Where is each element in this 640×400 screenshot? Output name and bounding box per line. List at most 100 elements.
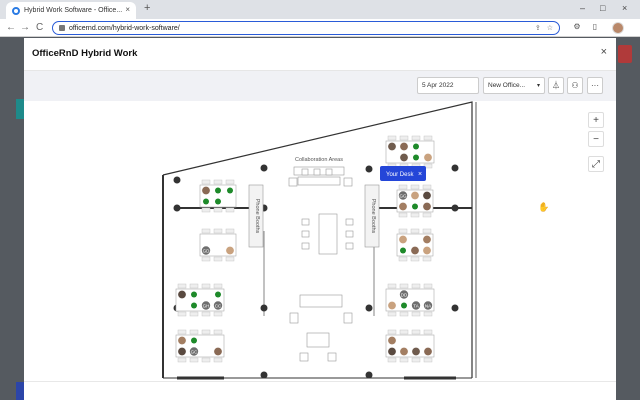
modal-close-button[interactable]: ×: [601, 46, 607, 58]
available-desk-marker[interactable]: [191, 291, 197, 298]
desk-chair: [422, 212, 432, 218]
forward-button[interactable]: →: [20, 22, 30, 33]
url-text: officernd.com/hybrid-work-software/: [69, 24, 180, 32]
user-avatar[interactable]: [399, 152, 409, 162]
back-button[interactable]: ←: [6, 22, 16, 33]
available-desk-marker[interactable]: [191, 337, 197, 344]
available-desk-marker[interactable]: [215, 198, 221, 205]
desk-chair: [411, 357, 421, 363]
user-avatar[interactable]: [410, 246, 420, 256]
user-avatar[interactable]: [411, 347, 421, 357]
user-avatar[interactable]: [410, 191, 420, 201]
user-initials: GH: [203, 303, 210, 308]
window-minimize-button[interactable]: –: [580, 3, 585, 13]
user-avatar[interactable]: [225, 246, 235, 256]
available-desk-marker[interactable]: [215, 187, 221, 194]
your-desk-popover[interactable]: Your Desk ×: [380, 166, 426, 181]
user-avatar[interactable]: [399, 141, 409, 151]
desk-chair: [387, 135, 397, 141]
available-desk-marker[interactable]: [413, 154, 419, 161]
sidepanel-icon[interactable]: ▯: [590, 22, 600, 32]
people-icon: ⚇: [571, 81, 579, 90]
column: [260, 164, 268, 172]
reload-button[interactable]: C: [36, 22, 43, 33]
background-red-button: [618, 45, 632, 63]
available-desk-marker[interactable]: [191, 302, 197, 309]
user-avatar[interactable]: [399, 347, 409, 357]
floorplan-canvas[interactable]: Collaboration Areas Phone Booths Phone B…: [24, 101, 616, 400]
desk-chair: [225, 228, 235, 234]
user-avatar[interactable]: [423, 152, 433, 162]
desk-chair: [399, 135, 409, 141]
desk-chair: [213, 228, 223, 234]
desk-chair: [410, 184, 420, 190]
available-desk-marker[interactable]: [215, 291, 221, 298]
more-icon: ···: [591, 81, 599, 90]
filter-button[interactable]: ⏃: [548, 77, 564, 94]
column: [451, 304, 459, 312]
column: [260, 304, 268, 312]
more-button[interactable]: ···: [587, 77, 603, 94]
user-avatar[interactable]: [387, 347, 397, 357]
new-tab-button[interactable]: +: [144, 2, 150, 14]
user-avatar[interactable]: [422, 235, 432, 245]
user-avatar[interactable]: [201, 186, 211, 196]
desk-chair: [189, 329, 199, 335]
tab-close-icon[interactable]: ×: [125, 5, 130, 14]
user-avatar[interactable]: [398, 235, 408, 245]
user-avatar[interactable]: [423, 347, 433, 357]
collaboration-furniture: [288, 166, 354, 362]
user-avatar[interactable]: [398, 202, 408, 212]
available-desk-marker[interactable]: [400, 247, 406, 254]
desk-chair: [423, 283, 433, 289]
url-field[interactable]: officernd.com/hybrid-work-software/ ⇪ ☆: [52, 21, 560, 35]
user-avatar[interactable]: [213, 347, 223, 357]
phone-booths-right-label: Phone Booths: [370, 199, 376, 234]
desk-chair: [387, 283, 397, 289]
zoom-in-button[interactable]: +: [588, 112, 604, 128]
user-avatar[interactable]: [387, 141, 397, 151]
desk-chair: [177, 283, 187, 289]
user-avatar[interactable]: [387, 336, 397, 346]
available-desk-marker[interactable]: [401, 302, 407, 309]
user-avatar[interactable]: [422, 202, 432, 212]
profile-avatar[interactable]: [612, 22, 624, 34]
user-avatar[interactable]: [422, 191, 432, 201]
available-desk-marker[interactable]: [203, 198, 209, 205]
user-avatar[interactable]: [177, 336, 187, 346]
desk-chair: [423, 311, 433, 317]
fit-to-screen-button[interactable]: ⤢: [588, 156, 604, 172]
desk-chair: [422, 256, 432, 262]
desk-chair: [410, 228, 420, 234]
window-close-button[interactable]: ×: [622, 3, 627, 13]
zoom-out-button[interactable]: −: [588, 131, 604, 147]
user-avatar[interactable]: [177, 347, 187, 357]
column: [260, 371, 268, 379]
extension-icon[interactable]: ⚙: [572, 22, 582, 32]
floorplan-svg: Collaboration Areas Phone Booths Phone B…: [162, 101, 477, 380]
user-avatar[interactable]: [422, 246, 432, 256]
desk-chair: [399, 283, 409, 289]
window-maximize-button[interactable]: □: [600, 3, 605, 13]
desk-chair: [387, 311, 397, 317]
available-desk-marker[interactable]: [227, 187, 233, 194]
share-icon[interactable]: ⇪: [535, 24, 541, 32]
office-select[interactable]: New Office... ▾: [483, 77, 545, 94]
column: [365, 304, 373, 312]
desk-chair: [201, 357, 211, 363]
user-avatar[interactable]: [177, 290, 187, 300]
officernd-favicon-icon: [12, 6, 20, 15]
desk-chair: [398, 228, 408, 234]
available-desk-marker[interactable]: [412, 203, 418, 210]
desk-chair: [410, 212, 420, 218]
browser-tab[interactable]: Hybrid Work Software - Office... ×: [6, 2, 136, 19]
desk-chair: [423, 135, 433, 141]
user-initials: GG: [399, 193, 407, 198]
available-desk-marker[interactable]: [413, 143, 419, 150]
date-picker[interactable]: 5 Apr 2022: [417, 77, 479, 94]
people-button[interactable]: ⚇: [567, 77, 583, 94]
user-avatar[interactable]: [387, 301, 397, 311]
bookmark-star-icon[interactable]: ☆: [547, 24, 553, 32]
your-desk-close-icon[interactable]: ×: [418, 171, 422, 178]
desk-chair: [423, 357, 433, 363]
